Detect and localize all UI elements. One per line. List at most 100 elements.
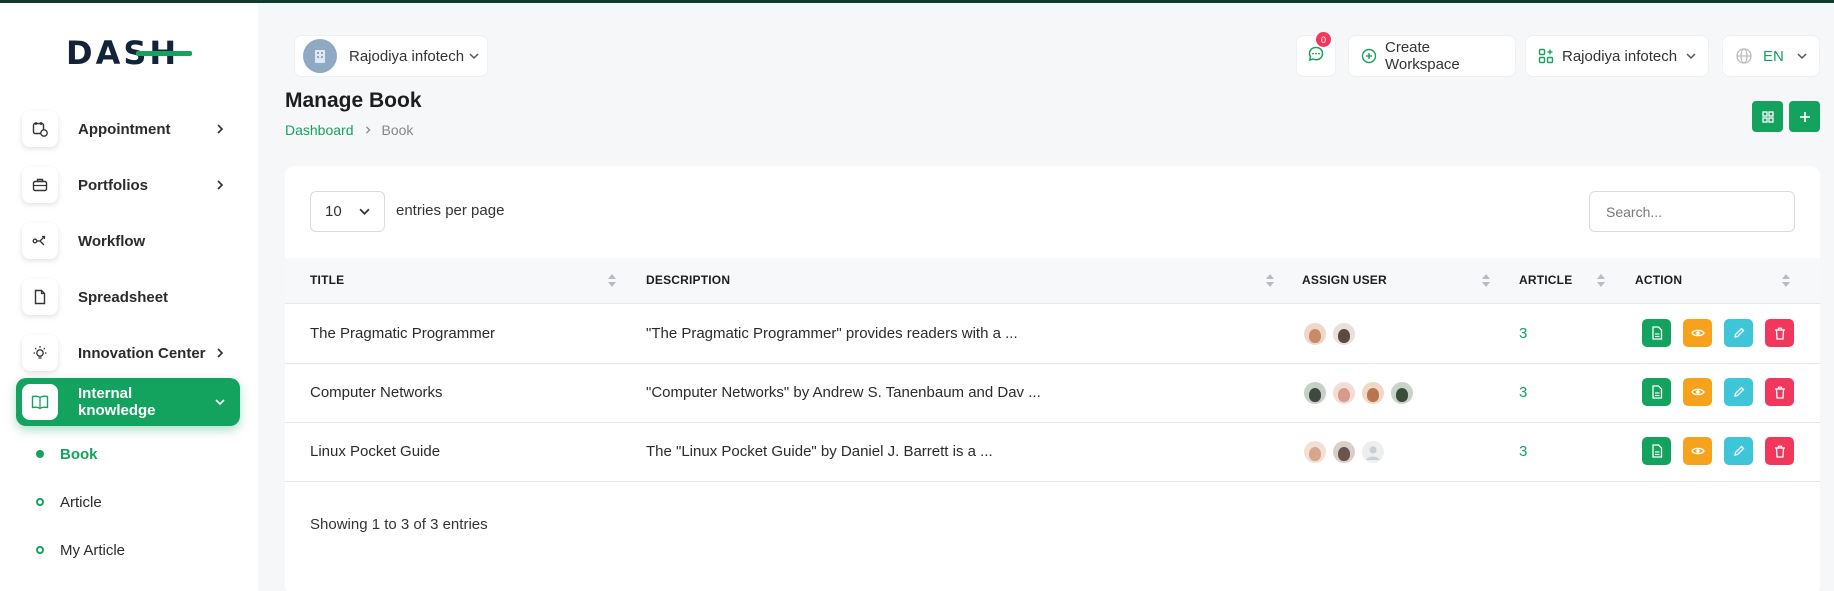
row-actions [1642,319,1806,347]
lightbulb-icon [22,335,58,371]
book-description: "The Pragmatic Programmer" provides read… [646,325,1018,342]
column-header-assign-user[interactable]: ASSIGN USER [1302,273,1387,287]
language-selector[interactable]: EN [1722,35,1820,77]
sidebar-subitem-book[interactable]: Book [36,442,98,466]
notification-count-badge: 0 [1316,32,1331,47]
entries-per-page-select[interactable]: 10 [310,191,385,232]
calendar-clock-icon [22,111,58,147]
add-book-button[interactable] [1789,101,1820,132]
column-header-action[interactable]: ACTION [1635,273,1682,287]
assigned-users [1302,439,1389,465]
bullet-icon [36,546,44,554]
sidebar-item-spreadsheet[interactable]: Spreadsheet [16,273,240,321]
delete-button[interactable] [1765,319,1794,347]
create-workspace-button[interactable]: Create Workspace [1348,35,1516,77]
sort-icon[interactable] [607,274,617,290]
sidebar-item-appointment[interactable]: Appointment [16,105,240,153]
workspace-avatar [303,39,337,73]
article-count[interactable]: 3 [1519,325,1527,342]
avatar[interactable] [1302,439,1328,465]
column-header-article[interactable]: ARTICLE [1519,273,1572,287]
sidebar-item-label: Workflow [78,232,146,250]
workflow-icon [22,223,58,259]
book-title: Computer Networks [310,384,443,401]
workspace-switcher-button[interactable]: Rajodiya infotech [1525,35,1709,77]
language-code: EN [1763,47,1784,65]
sidebar: DASH Appointment Portfolios Workflow Spr… [0,3,258,591]
avatar[interactable] [1331,321,1357,347]
file-icon [22,279,58,315]
document-button[interactable] [1642,319,1671,347]
sort-icon[interactable] [1265,274,1275,290]
avatar[interactable] [1302,321,1328,347]
sidebar-item-label: Spreadsheet [78,288,169,306]
document-icon [1651,385,1663,399]
sidebar-subitem-label: Article [60,493,102,511]
delete-button[interactable] [1765,378,1794,406]
briefcase-icon [22,167,58,203]
book-icon [22,384,58,420]
edit-button[interactable] [1724,437,1753,465]
table-info: Showing 1 to 3 of 3 entries [310,516,488,533]
sidebar-item-label: Internal knowledge [78,385,156,419]
document-button[interactable] [1642,437,1671,465]
avatar[interactable] [1331,380,1357,406]
breadcrumb-current: Book [381,122,414,138]
table-row: Computer Networks "Computer Networks" by… [285,364,1820,423]
sidebar-item-workflow[interactable]: Workflow [16,217,240,265]
page-title: Manage Book [285,89,422,112]
chevron-right-icon [210,124,230,134]
document-button[interactable] [1642,378,1671,406]
column-header-description[interactable]: DESCRIPTION [646,273,730,287]
logo[interactable]: DASH [66,33,192,73]
sidebar-item-portfolios[interactable]: Portfolios [16,161,240,209]
notifications-button[interactable]: 0 [1296,32,1336,77]
pencil-icon [1733,327,1745,339]
entries-per-page-label: entries per page [396,202,505,219]
entries-value: 10 [325,203,342,220]
sidebar-subitem-my-article[interactable]: My Article [36,538,125,562]
article-count[interactable]: 3 [1519,443,1527,460]
chevron-right-icon [210,348,230,358]
grid-icon [1761,110,1774,123]
sidebar-subitem-article[interactable]: Article [36,490,102,514]
chevron-right-icon [210,180,230,190]
breadcrumb-dashboard-link[interactable]: Dashboard [285,122,354,138]
sort-icon[interactable] [1596,274,1606,290]
view-button[interactable] [1683,437,1712,465]
chevron-right-icon [364,123,372,137]
table-row: Linux Pocket Guide The "Linux Pocket Gui… [285,423,1820,482]
workspace-name: Rajodiya infotech [349,47,465,65]
column-header-title[interactable]: TITLE [310,273,344,287]
chevron-down-icon [1797,51,1807,61]
grid-view-button[interactable] [1752,101,1783,132]
view-button[interactable] [1683,319,1712,347]
edit-button[interactable] [1724,319,1753,347]
sidebar-item-internal-knowledge[interactable]: Internal knowledge [16,378,240,426]
row-actions [1642,437,1806,465]
search-input[interactable] [1589,191,1795,232]
logo-underline [136,51,192,56]
table-row: The Pragmatic Programmer "The Pragmatic … [285,305,1820,364]
book-title: Linux Pocket Guide [310,443,441,460]
avatar[interactable] [1389,380,1415,406]
document-icon [1651,444,1663,458]
avatar[interactable] [1302,380,1328,406]
view-button[interactable] [1683,378,1712,406]
article-count[interactable]: 3 [1519,384,1527,401]
workspace-selector[interactable]: Rajodiya infotech [294,35,488,77]
avatar[interactable] [1360,380,1386,406]
sidebar-item-innovation-center[interactable]: Innovation Center [16,329,240,377]
delete-button[interactable] [1765,437,1794,465]
book-table-card: 10 entries per page TITLE DESCRIPTION AS… [285,166,1820,591]
sort-icon[interactable] [1781,274,1791,290]
avatar[interactable] [1331,439,1357,465]
edit-button[interactable] [1724,378,1753,406]
eye-icon [1690,387,1705,397]
sort-icon[interactable] [1481,274,1491,290]
plus-circle-icon [1361,48,1377,64]
avatar-placeholder-icon[interactable] [1360,439,1386,465]
eye-icon [1690,446,1705,456]
trash-icon [1774,386,1786,399]
chevron-down-icon [469,48,479,65]
